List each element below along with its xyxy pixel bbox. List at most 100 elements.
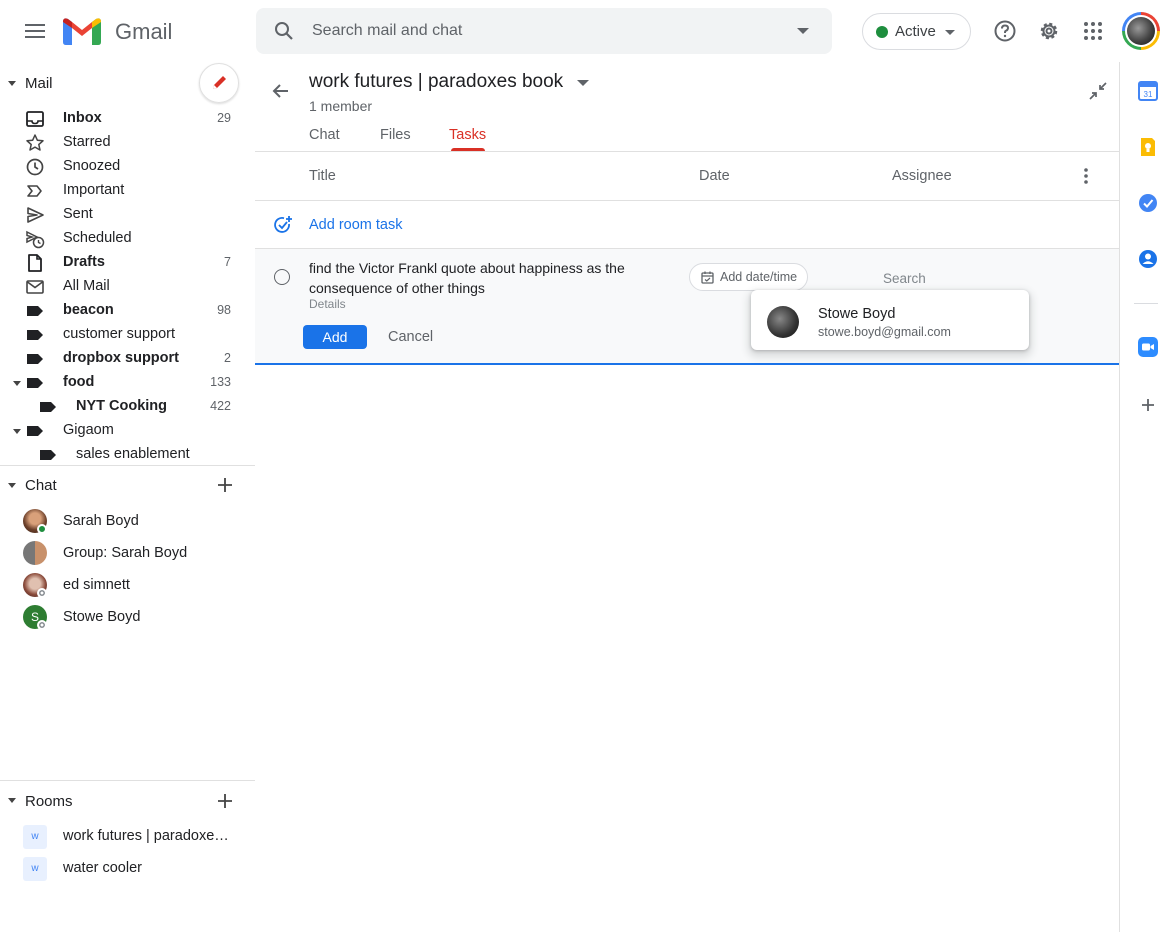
cancel-button[interactable]: Cancel xyxy=(388,329,433,345)
divider xyxy=(255,151,1119,152)
search-input[interactable]: Search mail and chat xyxy=(312,22,462,40)
draft-icon xyxy=(28,254,42,272)
label-icon xyxy=(27,306,43,316)
room-item-work-futures[interactable]: w work futures | paradoxes book xyxy=(0,821,255,851)
rooms-section-title[interactable]: Rooms xyxy=(25,793,73,810)
top-bar: Gmail Search mail and chat Active xyxy=(0,0,1172,62)
room-title: work futures | paradoxes book xyxy=(309,71,564,92)
label-icon xyxy=(27,426,43,436)
task-details-input[interactable]: Details xyxy=(309,297,346,311)
add-date-time-button[interactable]: Add date/time xyxy=(689,263,808,291)
google-contacts-icon[interactable] xyxy=(1138,249,1158,269)
search-bar[interactable]: Search mail and chat xyxy=(256,8,832,54)
task-complete-checkbox[interactable] xyxy=(274,269,290,285)
chevron-down-icon xyxy=(945,30,955,36)
tab-tasks[interactable]: Tasks xyxy=(449,127,486,143)
send-icon xyxy=(27,207,44,223)
label-icon xyxy=(40,402,56,412)
collapse-mail-icon[interactable] xyxy=(8,81,16,86)
add-room-plus-icon[interactable] xyxy=(217,793,233,809)
label-icon xyxy=(40,450,56,460)
google-keep-icon[interactable] xyxy=(1138,137,1158,157)
rooms-nav: Rooms w work futures | paradoxes book w … xyxy=(0,781,255,932)
sidebar-item-important[interactable]: Important xyxy=(0,179,255,203)
add-room-task-link[interactable]: Add room task xyxy=(309,217,403,233)
room-menu-chevron-down-icon[interactable] xyxy=(577,80,589,87)
sidebar-item-nyt-cooking[interactable]: NYT Cooking 422 xyxy=(0,395,255,419)
sidebar-item-inbox[interactable]: Inbox 29 xyxy=(0,107,255,131)
room-avatar: w xyxy=(23,857,47,881)
svg-text:31: 31 xyxy=(1144,90,1153,99)
chat-section-title[interactable]: Chat xyxy=(25,477,57,494)
sidebar-item-sales-enablement[interactable]: sales enablement xyxy=(0,443,255,466)
sidebar-item-sent[interactable]: Sent xyxy=(0,203,255,227)
suggestion-email: stowe.boyd@gmail.com xyxy=(818,325,951,339)
online-status-dot xyxy=(37,524,47,534)
sidebar-item-food[interactable]: food 133 xyxy=(0,371,255,395)
google-calendar-icon[interactable]: 31 xyxy=(1138,81,1158,101)
google-tasks-icon[interactable] xyxy=(1138,193,1158,213)
search-options-icon[interactable] xyxy=(797,28,809,35)
more-options-icon[interactable] xyxy=(1084,168,1088,184)
important-icon xyxy=(27,185,42,197)
assignee-suggestion-item[interactable]: Stowe Boyd stowe.boyd@gmail.com xyxy=(751,290,1029,350)
column-header-date: Date xyxy=(699,168,730,184)
assignee-search-input[interactable]: Search xyxy=(883,271,926,286)
mail-section-title[interactable]: Mail xyxy=(25,75,53,92)
compose-button[interactable] xyxy=(199,63,239,103)
expand-gigaom-icon[interactable] xyxy=(13,429,21,434)
expand-food-icon[interactable] xyxy=(13,381,21,386)
star-icon xyxy=(26,134,44,151)
gmail-logo-icon[interactable] xyxy=(63,16,101,45)
status-dot xyxy=(876,26,888,38)
apps-grid-icon[interactable] xyxy=(1079,17,1107,45)
mail-icon xyxy=(26,280,44,294)
suggestion-name: Stowe Boyd xyxy=(818,306,896,322)
label-icon xyxy=(27,330,43,340)
exit-fullscreen-icon[interactable] xyxy=(1089,82,1107,100)
status-selector[interactable]: Active xyxy=(862,13,971,50)
avatar xyxy=(767,306,799,338)
sidebar-item-dropbox-support[interactable]: dropbox support 2 xyxy=(0,347,255,371)
sidebar-item-all-mail[interactable]: All Mail xyxy=(0,275,255,299)
chat-item-stowe-boyd[interactable]: S Stowe Boyd xyxy=(0,602,255,632)
sidebar-item-scheduled[interactable]: Scheduled xyxy=(0,227,255,251)
chat-item-ed-simnett[interactable]: ed simnett xyxy=(0,570,255,600)
tab-chat[interactable]: Chat xyxy=(309,127,340,143)
room-avatar: w xyxy=(23,825,47,849)
sidebar-item-snoozed[interactable]: Snoozed xyxy=(0,155,255,179)
calendar-check-icon xyxy=(701,271,714,284)
main-menu-icon[interactable] xyxy=(20,17,50,45)
search-icon[interactable] xyxy=(274,21,294,41)
start-chat-plus-icon[interactable] xyxy=(217,477,233,493)
chat-item-sarah-boyd[interactable]: Sarah Boyd xyxy=(0,506,255,536)
chat-item-group-sarah-boyd[interactable]: Group: Sarah Boyd xyxy=(0,538,255,568)
inbox-icon xyxy=(26,111,44,127)
get-addons-plus-icon[interactable] xyxy=(1138,395,1158,415)
divider xyxy=(255,200,1119,201)
group-avatar xyxy=(23,541,47,565)
pencil-icon xyxy=(213,76,226,89)
tab-files[interactable]: Files xyxy=(380,127,411,143)
zoom-addon-icon[interactable] xyxy=(1138,337,1158,357)
add-task-icon[interactable] xyxy=(273,215,293,235)
help-icon[interactable] xyxy=(991,17,1019,45)
status-label: Active xyxy=(895,23,936,40)
settings-gear-icon[interactable] xyxy=(1035,17,1063,45)
side-panel: 31 xyxy=(1119,62,1172,932)
sidebar-item-beacon[interactable]: beacon 98 xyxy=(0,299,255,323)
offline-status-dot xyxy=(37,588,47,598)
collapse-rooms-icon[interactable] xyxy=(8,798,16,803)
sidebar-item-starred[interactable]: Starred xyxy=(0,131,255,155)
add-task-button[interactable]: Add xyxy=(303,325,367,349)
sidebar-item-gigaom[interactable]: Gigaom xyxy=(0,419,255,443)
chat-nav: Chat Sarah Boyd Group: Sarah Boyd ed sim… xyxy=(0,466,255,780)
collapse-chat-icon[interactable] xyxy=(8,483,16,488)
back-arrow-icon[interactable] xyxy=(271,81,291,101)
task-title-input[interactable]: find the Victor Frankl quote about happi… xyxy=(309,258,649,298)
room-item-water-cooler[interactable]: w water cooler xyxy=(0,853,255,883)
label-icon xyxy=(27,378,43,388)
sidebar-item-customer-support[interactable]: customer support xyxy=(0,323,255,347)
account-avatar[interactable] xyxy=(1122,12,1160,50)
sidebar-item-drafts[interactable]: Drafts 7 xyxy=(0,251,255,275)
